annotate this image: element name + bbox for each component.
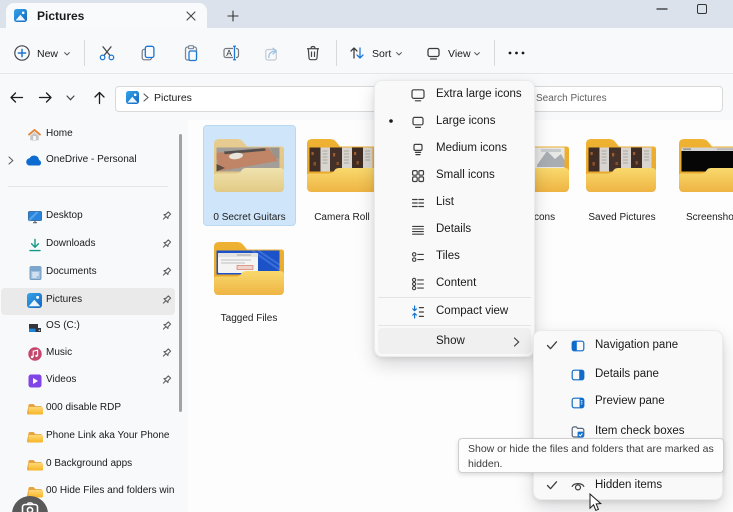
svg-text:A: A xyxy=(226,48,232,58)
